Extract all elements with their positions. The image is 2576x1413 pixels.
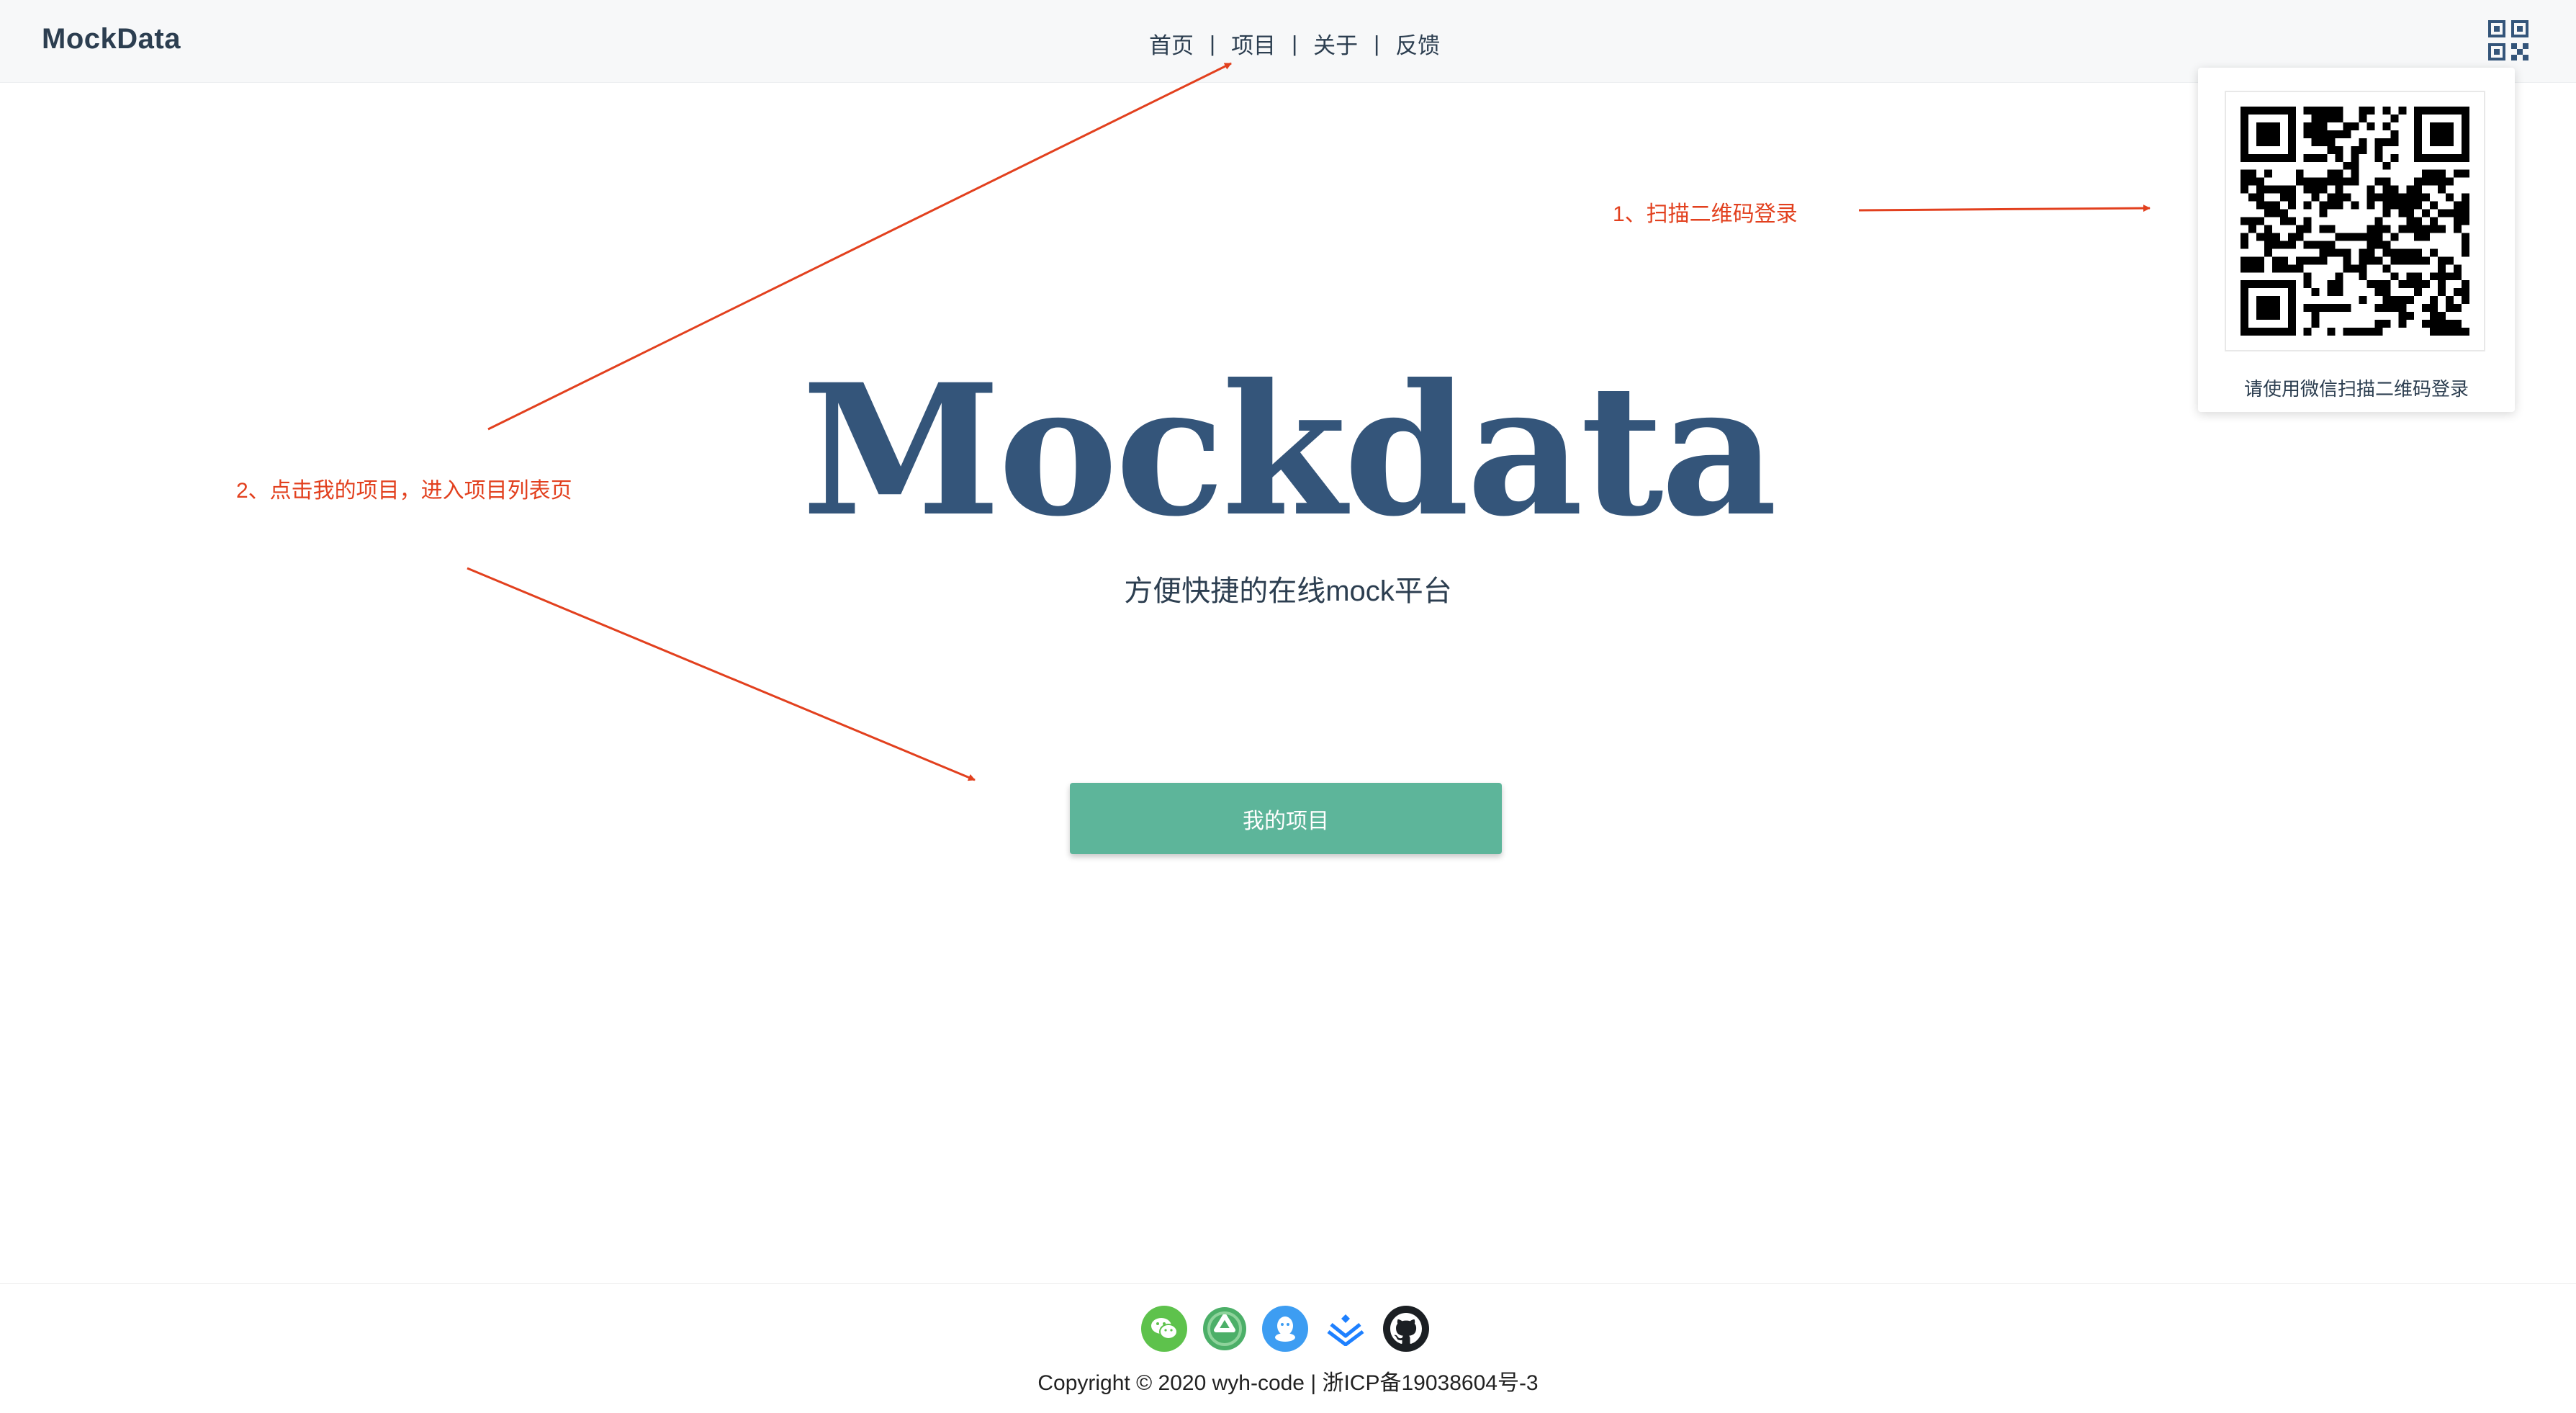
qq-icon[interactable] <box>1262 1306 1308 1352</box>
annotation-arrow-qrcode <box>1858 205 2151 212</box>
hero-title: Mockdata <box>801 344 1777 556</box>
annotation-step1: 1、扫描二维码登录 <box>1613 202 1798 226</box>
wechat-icon[interactable] <box>1141 1306 1187 1352</box>
github-icon[interactable] <box>1383 1306 1429 1352</box>
footer: Copyright © 2020 wyh-code | 浙ICP备1903860… <box>0 1283 2576 1413</box>
recycle-icon[interactable] <box>1202 1306 1248 1352</box>
annotation-arrows <box>467 62 2151 781</box>
copyright-text: Copyright © 2020 wyh-code | 浙ICP备1903860… <box>1037 1371 1539 1395</box>
my-projects-button[interactable]: 我的项目 <box>1070 783 1502 854</box>
juejin-icon[interactable] <box>1323 1306 1369 1352</box>
page: MockData 首页 | 项目 | 关于 | 反馈 请使用微信扫描二维码登录 … <box>0 0 2576 1413</box>
footer-social-links <box>1141 1306 1429 1352</box>
hero-subtitle: 方便快捷的在线mock平台 <box>1124 575 1452 607</box>
annotation-step2: 2、点击我的项目，进入项目列表页 <box>236 479 572 503</box>
